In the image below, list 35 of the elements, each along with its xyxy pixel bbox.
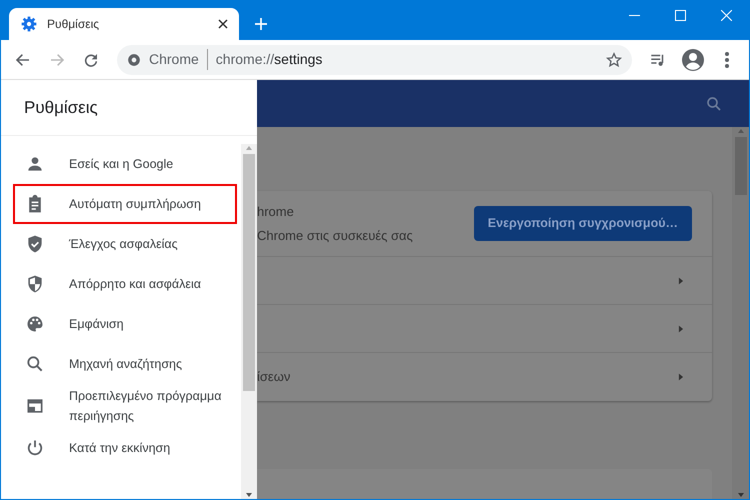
reload-icon — [83, 52, 99, 68]
url-text: chrome://settings — [216, 50, 322, 69]
power-icon — [25, 438, 45, 458]
menu-item[interactable]: Εσείς και η Google — [13, 144, 237, 184]
scroll-up-icon[interactable] — [245, 144, 253, 152]
palette-icon — [25, 314, 45, 334]
close-icon — [720, 10, 732, 20]
address-bar[interactable]: Chrome chrome://settings — [117, 44, 632, 74]
site-label: Chrome — [149, 49, 208, 70]
caret-icon[interactable] — [676, 371, 686, 383]
menu-item[interactable]: Αυτόματη συμπλήρωση — [13, 184, 237, 224]
scrollbar-thumb[interactable] — [243, 154, 255, 391]
search-icon — [705, 94, 723, 112]
menu-item[interactable]: Μηχανή αναζήτησης — [13, 344, 237, 384]
tab-title: Ρυθμίσεις — [47, 16, 100, 33]
menu-item[interactable]: Έλεγχος ασφαλείας — [13, 224, 237, 264]
star-icon[interactable] — [606, 52, 622, 68]
plus-icon[interactable] — [253, 16, 269, 32]
close-icon[interactable] — [217, 18, 229, 30]
menu-item[interactable]: Απόρρητο και ασφάλεια — [13, 264, 237, 304]
menu-item[interactable]: Εμφάνιση — [13, 304, 237, 344]
sync-title: hrome — [257, 203, 295, 221]
forward-arrow-icon — [49, 52, 65, 68]
back-arrow-icon — [15, 52, 31, 68]
menu-item[interactable]: Κατά την εκκίνηση — [13, 428, 237, 468]
sync-description: Chrome στις συσκευές σας — [257, 226, 413, 244]
browser-tab[interactable]: Ρυθμίσεις — [9, 8, 239, 40]
menu-item[interactable]: Προεπιλεγμένο πρόγραμμα περιήγησης — [13, 384, 237, 428]
scroll-down-icon[interactable] — [245, 491, 253, 499]
sync-button[interactable]: Ενεργοποίηση συγχρονισμού… — [474, 206, 692, 241]
scroll-down-icon[interactable] — [736, 491, 744, 499]
gear-icon — [21, 16, 37, 32]
search-icon — [25, 354, 45, 374]
row-label: ίσεων — [257, 368, 290, 386]
maximize-icon — [674, 10, 686, 20]
